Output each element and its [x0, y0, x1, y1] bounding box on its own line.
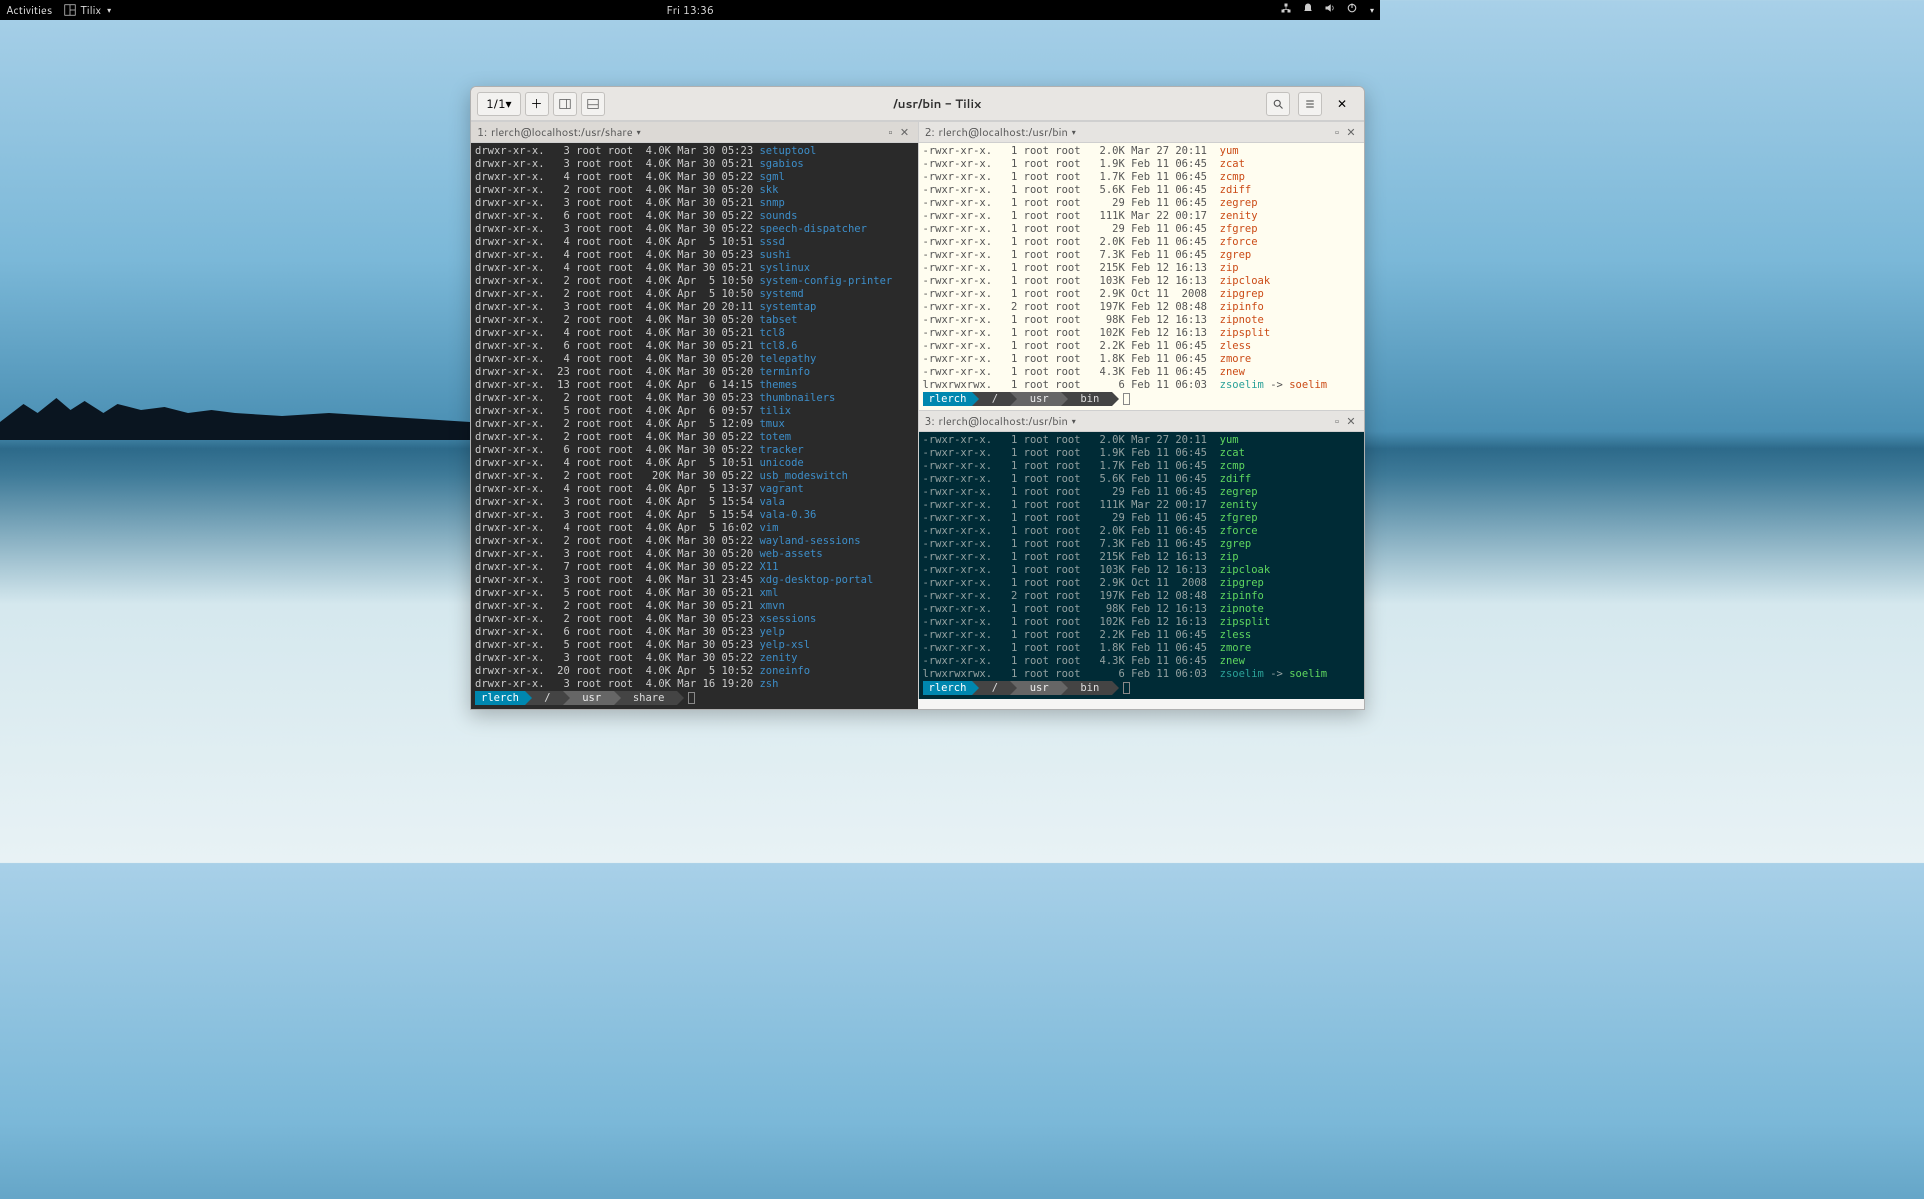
pane-3-maximize-button[interactable]: ▫: [1330, 413, 1344, 429]
search-button[interactable]: [1266, 92, 1290, 116]
gnome-topbar: Activities Tilix ▾ Fri 13:36 ▾: [0, 0, 1380, 20]
pane-2-close-button[interactable]: ✕: [1344, 124, 1358, 140]
wallpaper-trees: [0, 380, 470, 440]
system-menu-chevron-icon[interactable]: ▾: [1370, 4, 1374, 16]
split-down-button[interactable]: [581, 92, 605, 116]
session-pager[interactable]: 1/1 ▾: [477, 92, 521, 116]
pane-3-close-button[interactable]: ✕: [1344, 413, 1358, 429]
chevron-down-icon: ▾: [637, 126, 641, 138]
chevron-down-icon: ▾: [1072, 126, 1076, 138]
activities-button[interactable]: Activities: [6, 2, 52, 18]
network-icon[interactable]: [1280, 2, 1292, 18]
add-session-button[interactable]: ＋: [525, 92, 549, 116]
pane-1-title: rlerch@localhost:/usr/share: [491, 124, 633, 140]
volume-icon[interactable]: [1324, 2, 1336, 18]
app-menu[interactable]: Tilix ▾: [64, 2, 111, 18]
tilix-app-icon: [64, 4, 76, 16]
pane-3-title: rlerch@localhost:/usr/bin: [939, 413, 1068, 429]
power-icon[interactable]: [1346, 2, 1358, 18]
pane-1-maximize-button[interactable]: ▫: [884, 124, 898, 140]
terminal-3[interactable]: -rwxr-xr-x. 1 root root 2.0K Mar 27 20:1…: [918, 432, 1365, 699]
pane-2-maximize-button[interactable]: ▫: [1330, 124, 1344, 140]
clock[interactable]: Fri 13:36: [666, 2, 714, 18]
chevron-down-icon: ▾: [506, 95, 512, 112]
close-window-button[interactable]: ✕: [1330, 92, 1354, 116]
tilix-window: 1/1 ▾ ＋ /usr/bin - Tilix ✕ 1: rlerch@loc…: [470, 86, 1365, 710]
pane-1-close-button[interactable]: ✕: [898, 124, 912, 140]
pane-2-header[interactable]: 2: rlerch@localhost:/usr/bin ▾ ▫ ✕: [918, 121, 1365, 143]
pane-2-title: rlerch@localhost:/usr/bin: [939, 124, 1068, 140]
notification-icon[interactable]: [1302, 2, 1314, 18]
terminal-2[interactable]: -rwxr-xr-x. 1 root root 2.0K Mar 27 20:1…: [918, 143, 1365, 410]
titlebar: 1/1 ▾ ＋ /usr/bin - Tilix ✕: [471, 87, 1364, 121]
pane-1-header[interactable]: 1: rlerch@localhost:/usr/share ▾ ▫ ✕: [471, 121, 918, 143]
pane-3-index: 3:: [925, 413, 935, 429]
chevron-down-icon: ▾: [107, 4, 111, 16]
terminal-1[interactable]: drwxr-xr-x. 3 root root 4.0K Mar 30 05:2…: [471, 143, 918, 709]
pane-1-index: 1:: [477, 124, 487, 140]
pane-3-header[interactable]: 3: rlerch@localhost:/usr/bin ▾ ▫ ✕: [918, 410, 1365, 432]
pane-2-index: 2:: [925, 124, 935, 140]
session-pager-label: 1/1: [486, 95, 506, 112]
app-menu-label: Tilix: [80, 2, 101, 18]
window-title: /usr/bin - Tilix: [609, 95, 1266, 112]
hamburger-menu-button[interactable]: [1298, 92, 1322, 116]
chevron-down-icon: ▾: [1072, 415, 1076, 427]
split-right-button[interactable]: [553, 92, 577, 116]
